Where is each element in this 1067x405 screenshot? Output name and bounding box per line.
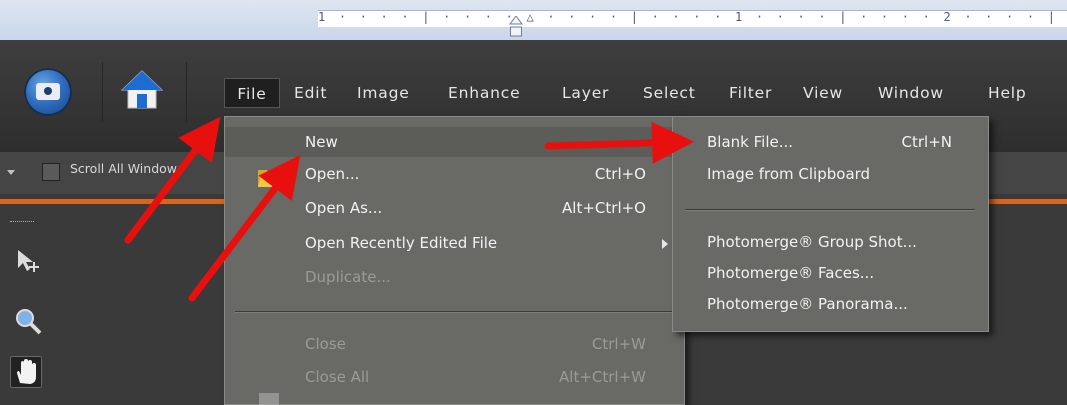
menu-item-new[interactable]: New <box>225 127 684 157</box>
home-icon[interactable] <box>119 68 165 112</box>
menu-item-open-as[interactable]: Open As... Alt+Ctrl+O <box>225 193 684 223</box>
divider <box>102 62 103 122</box>
menu-view[interactable]: View <box>803 78 843 108</box>
chevron-right-icon <box>662 239 668 249</box>
chevron-right-icon <box>662 138 668 148</box>
menu-item-label: Photomerge® Faces... <box>707 264 875 282</box>
menu-item-open[interactable]: Open... Ctrl+O <box>225 159 684 189</box>
divider <box>186 62 187 122</box>
menu-item-open-recent[interactable]: Open Recently Edited File <box>225 228 684 258</box>
menu-item-blank-file[interactable]: Blank File... Ctrl+N <box>673 127 988 157</box>
menu-file[interactable]: File <box>224 78 280 108</box>
menu-separator <box>235 311 675 313</box>
menu-item-label: Open As... <box>305 199 383 217</box>
menu-item-image-from-clipboard[interactable]: Image from Clipboard <box>673 159 988 189</box>
menu-item-duplicate[interactable]: Duplicate... <box>225 262 684 292</box>
menu-item-shortcut: Alt+Ctrl+W <box>559 368 646 386</box>
scroll-all-windows-label: Scroll All Window <box>70 161 177 176</box>
menu-item-label: Close All <box>305 368 370 386</box>
menu-item-label: Photomerge® Panorama... <box>707 295 908 313</box>
menu-item-photomerge-group-shot[interactable]: Photomerge® Group Shot... <box>673 227 988 257</box>
menu-item-label: Duplicate... <box>305 268 391 286</box>
chevron-down-icon[interactable] <box>7 170 15 175</box>
menu-item-shortcut: Ctrl+N <box>901 133 952 151</box>
hand-tool-icon[interactable] <box>10 356 42 388</box>
scroll-all-windows-checkbox[interactable] <box>42 163 60 181</box>
ruler: 1 · · · · | · · · · △ · · · · | · · · · … <box>0 0 1067 40</box>
file-menu: New Open... Ctrl+O Open As... Alt+Ctrl+O… <box>224 116 685 405</box>
toolbox-grip[interactable] <box>10 221 34 222</box>
menu-item-label: Open Recently Edited File <box>305 234 498 252</box>
menu-item-photomerge-panorama[interactable]: Photomerge® Panorama... <box>673 289 988 319</box>
move-tool-icon[interactable] <box>14 248 42 276</box>
menu-item-photomerge-faces[interactable]: Photomerge® Faces... <box>673 258 988 288</box>
menu-help[interactable]: Help <box>988 78 1027 108</box>
menu-window[interactable]: Window <box>878 78 944 108</box>
menu-item-label: New <box>305 133 338 151</box>
menu-item-close[interactable]: Close Ctrl+W <box>225 329 684 359</box>
menu-item-label: Photomerge® Group Shot... <box>707 233 917 251</box>
ruler-ticks: 1 · · · · | · · · · △ · · · · | · · · · … <box>318 10 1067 24</box>
menu-item-label: Blank File... <box>707 133 794 151</box>
menu-layer[interactable]: Layer <box>562 78 609 108</box>
menu-image[interactable]: Image <box>357 78 410 108</box>
menu-edit[interactable]: Edit <box>294 78 327 108</box>
menu-select[interactable]: Select <box>643 78 696 108</box>
menu-item-label: Open... <box>305 165 360 183</box>
new-submenu: Blank File... Ctrl+N Image from Clipboar… <box>672 116 989 332</box>
menu-item-label: Image from Clipboard <box>707 165 871 183</box>
zoom-tool-icon[interactable] <box>14 307 42 335</box>
ruler-indent-marker-icon[interactable] <box>509 16 523 38</box>
camera-icon[interactable] <box>24 68 72 116</box>
menu-item-shortcut: Ctrl+O <box>594 165 646 183</box>
menu-enhance[interactable]: Enhance <box>448 78 520 108</box>
menu-item-shortcut: Ctrl+W <box>591 335 646 353</box>
menu-item-shortcut: Alt+Ctrl+O <box>562 199 646 217</box>
menu-item-close-all[interactable]: Close All Alt+Ctrl+W <box>225 362 684 392</box>
menu-filter[interactable]: Filter <box>729 78 772 108</box>
menu-separator <box>685 209 975 211</box>
menu-item-label: Close <box>305 335 346 353</box>
